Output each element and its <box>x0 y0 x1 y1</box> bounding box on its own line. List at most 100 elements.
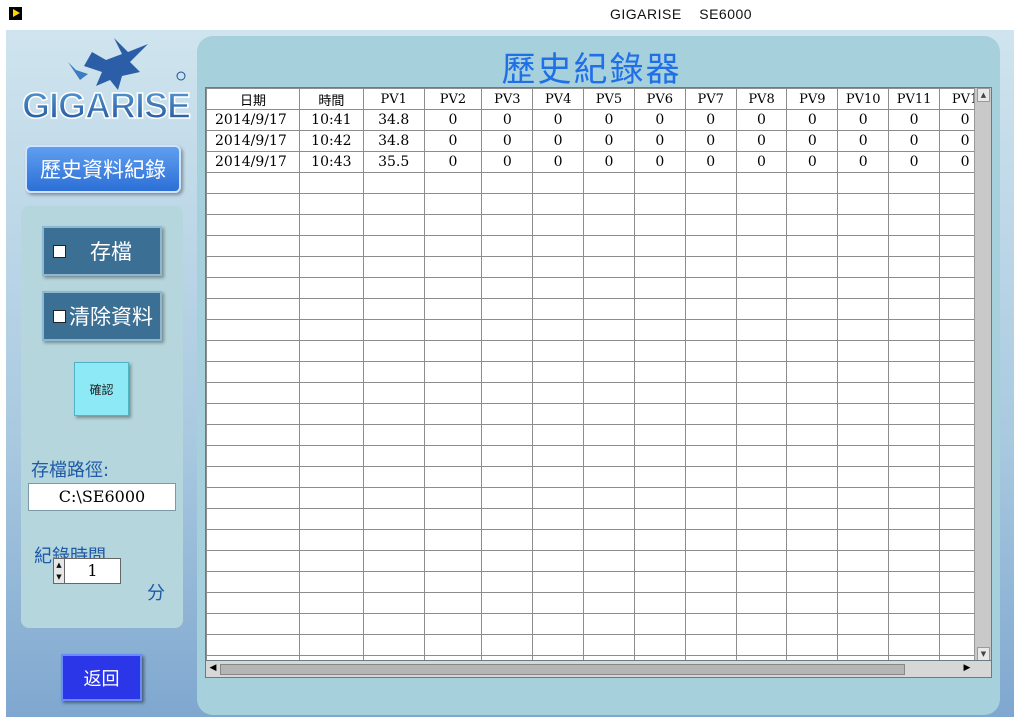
table-cell <box>362 571 425 593</box>
history-record-mode-button[interactable]: 歷史資料紀錄 <box>25 145 181 193</box>
table-row[interactable] <box>206 613 991 635</box>
table-cell <box>888 634 941 656</box>
run-arrow-icon[interactable] <box>9 7 22 20</box>
table-cell: 0 <box>735 130 788 152</box>
confirm-button[interactable]: 確認 <box>74 362 129 416</box>
save-path-field[interactable]: C:\SE6000 <box>28 483 176 511</box>
table-cell <box>888 256 941 278</box>
table-row[interactable]: 2014/9/17 10:42 34.8 0 0 0 0 0 0 0 0 0 0 0 <box>206 130 991 152</box>
table-cell <box>633 466 686 488</box>
table-cell <box>837 193 890 215</box>
table-cell <box>532 571 585 593</box>
table-row[interactable] <box>206 277 991 299</box>
table-cell <box>423 508 483 530</box>
table-cell: 0 <box>423 130 483 152</box>
table-cell <box>735 235 788 257</box>
table-cell <box>423 445 483 467</box>
table-row[interactable] <box>206 214 991 236</box>
table-row[interactable] <box>206 256 991 278</box>
table-cell <box>837 319 890 341</box>
table-cell <box>735 487 788 509</box>
table-cell <box>423 298 483 320</box>
table-row[interactable] <box>206 361 991 383</box>
back-button[interactable]: 返回 <box>61 654 142 701</box>
table-cell <box>888 592 941 614</box>
table-cell <box>583 214 635 236</box>
table-cell <box>298 508 364 530</box>
table-row[interactable] <box>206 529 991 551</box>
table-cell <box>633 424 686 446</box>
column-header: PV7 <box>684 88 737 110</box>
scroll-right-icon[interactable]: ▶ <box>961 663 973 674</box>
table-cell <box>481 340 534 362</box>
horizontal-scroll-thumb[interactable] <box>220 664 905 675</box>
table-cell <box>583 424 635 446</box>
table-row[interactable] <box>206 487 991 509</box>
table-cell <box>423 235 483 257</box>
scroll-down-icon[interactable]: ▼ <box>977 647 990 661</box>
table-cell <box>206 508 300 530</box>
table-cell <box>786 319 839 341</box>
table-cell <box>423 319 483 341</box>
spin-up-icon[interactable]: ▲ <box>54 559 64 571</box>
table-row[interactable] <box>206 424 991 446</box>
table-cell <box>888 466 941 488</box>
table-cell <box>684 571 737 593</box>
table-cell <box>633 382 686 404</box>
spin-down-icon[interactable]: ▼ <box>54 571 64 583</box>
table-row[interactable] <box>206 508 991 530</box>
table-row[interactable] <box>206 235 991 257</box>
scroll-left-icon[interactable]: ◀ <box>207 663 219 674</box>
table-row[interactable]: 2014/9/17 10:41 34.8 0 0 0 0 0 0 0 0 0 0 0 <box>206 109 991 131</box>
table-cell <box>633 172 686 194</box>
scroll-up-icon[interactable]: ▲ <box>977 88 990 102</box>
table-row[interactable] <box>206 550 991 572</box>
table-cell <box>583 298 635 320</box>
table-row[interactable]: 2014/9/17 10:43 35.5 0 0 0 0 0 0 0 0 0 0 0 <box>206 151 991 173</box>
table-cell <box>684 445 737 467</box>
table-cell <box>362 403 425 425</box>
table-cell <box>633 340 686 362</box>
table-cell <box>684 466 737 488</box>
table-row[interactable] <box>206 634 991 656</box>
table-row[interactable] <box>206 340 991 362</box>
vertical-scrollbar[interactable]: ▲ ▼ <box>974 88 991 677</box>
table-cell <box>206 634 300 656</box>
history-table[interactable]: 日期 時間 PV1 PV2 PV3 PV4 PV5 PV6 PV7 PV8 PV9 PV10 PV11 P… <box>205 87 992 678</box>
table-row[interactable] <box>206 298 991 320</box>
table-cell <box>206 193 300 215</box>
column-header: PV6 <box>633 88 686 110</box>
table-row[interactable] <box>206 466 991 488</box>
table-row[interactable] <box>206 319 991 341</box>
column-header: PV5 <box>583 88 635 110</box>
clear-data-toggle[interactable]: 清除資料 <box>42 291 162 341</box>
table-cell <box>786 550 839 572</box>
table-cell <box>684 256 737 278</box>
table-cell: 2014/9/17 <box>206 151 300 173</box>
horizontal-scrollbar[interactable]: ◀ ▶ <box>205 660 992 678</box>
table-row[interactable] <box>206 382 991 404</box>
table-row[interactable] <box>206 445 991 467</box>
table-row[interactable] <box>206 193 991 215</box>
table-row[interactable] <box>206 592 991 614</box>
table-cell <box>786 193 839 215</box>
record-interval-input[interactable]: 1 <box>64 558 121 584</box>
save-toggle[interactable]: 存檔 <box>42 226 162 276</box>
table-cell <box>735 382 788 404</box>
table-cell <box>481 466 534 488</box>
table-cell <box>298 235 364 257</box>
table-cell: 0 <box>888 151 941 173</box>
table-cell <box>735 508 788 530</box>
table-cell: 0 <box>735 151 788 173</box>
table-cell: 0 <box>481 151 534 173</box>
table-cell <box>362 445 425 467</box>
table-cell <box>583 361 635 383</box>
table-cell <box>206 466 300 488</box>
table-cell <box>206 424 300 446</box>
table-row[interactable] <box>206 571 991 593</box>
table-cell <box>583 235 635 257</box>
table-row[interactable] <box>206 403 991 425</box>
table-row[interactable] <box>206 172 991 194</box>
table-cell <box>837 298 890 320</box>
table-cell: 0 <box>583 151 635 173</box>
